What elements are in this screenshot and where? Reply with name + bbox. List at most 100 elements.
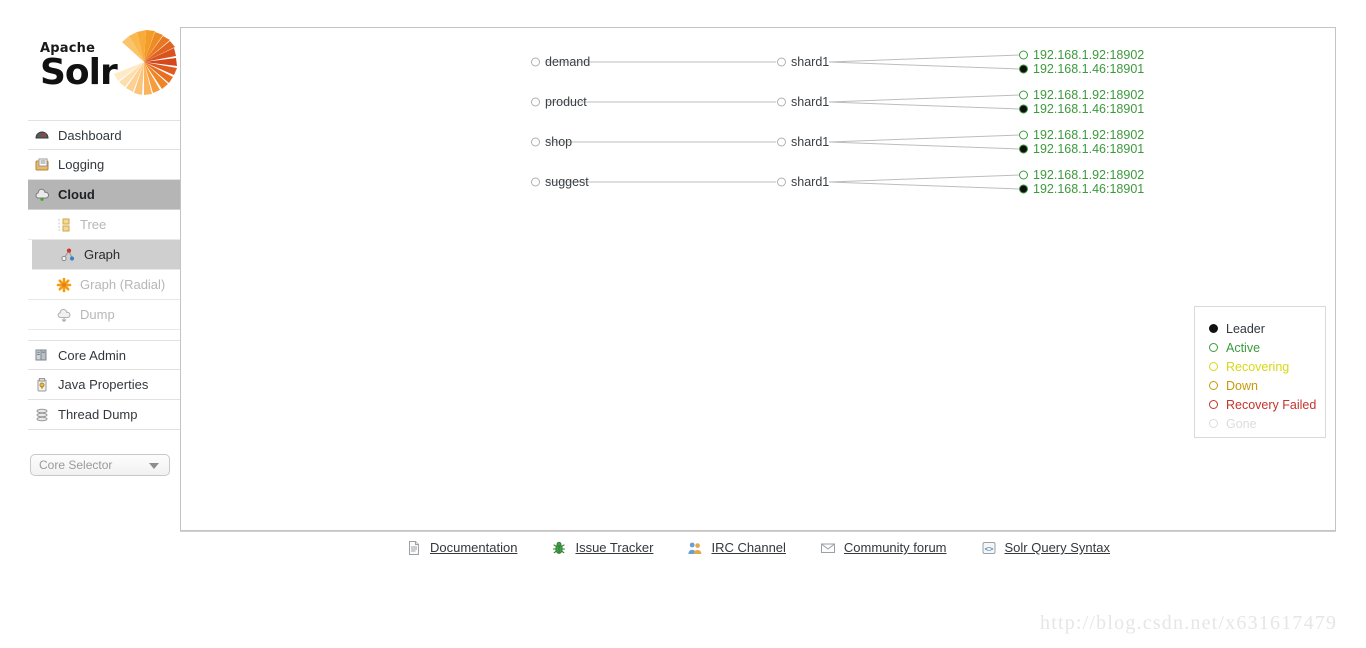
- sidebar-item-label: Cloud: [58, 187, 95, 202]
- legend-entry-down: Down: [1209, 376, 1325, 395]
- footer-link-issue-tracker[interactable]: Issue Tracker: [551, 540, 653, 556]
- legend-label: Down: [1226, 378, 1258, 393]
- graph-replica-node[interactable]: 192.168.1.92:18902: [1019, 88, 1144, 102]
- node-marker-icon: [531, 137, 540, 147]
- legend-marker-icon: [1209, 400, 1218, 409]
- graph-replica-node[interactable]: 192.168.1.92:18902: [1019, 48, 1144, 62]
- node-marker-icon: [777, 97, 786, 107]
- sidebar-item-label: Tree: [80, 217, 107, 232]
- graph-replica-node[interactable]: 192.168.1.92:18902: [1019, 168, 1144, 182]
- legend-label: Recovering: [1226, 359, 1290, 374]
- footer-link-community-forum[interactable]: Community forum: [820, 540, 947, 556]
- graph-collection-label: shop: [545, 135, 573, 149]
- sidebar-item-dump[interactable]: Dump: [28, 300, 180, 330]
- document-icon: [406, 540, 422, 556]
- sidebar-item-graph[interactable]: Graph: [32, 240, 180, 270]
- node-marker-icon: [1019, 184, 1028, 194]
- graph-replica-label: 192.168.1.92:18902: [1033, 168, 1145, 182]
- tree-icon: [56, 217, 72, 233]
- code-icon: <>: [981, 540, 997, 556]
- legend-label: Recovery Failed: [1226, 397, 1317, 412]
- legend-marker-icon: [1209, 419, 1218, 428]
- dump-icon: [56, 307, 72, 323]
- graph-collection-node[interactable]: demand: [531, 55, 590, 69]
- footer-link-irc-channel[interactable]: IRC Channel: [687, 540, 786, 556]
- node-marker-icon: [777, 57, 786, 67]
- graph-collection-node[interactable]: suggest: [531, 175, 589, 189]
- core-admin-icon: [34, 347, 50, 363]
- sidebar-item-label: Java Properties: [58, 377, 149, 392]
- thread-dump-icon: [34, 407, 50, 423]
- core-selector-dropdown[interactable]: Core Selector: [30, 454, 170, 476]
- node-marker-icon: [777, 137, 786, 147]
- graph-replica-label: 192.168.1.46:18901: [1033, 62, 1145, 76]
- graph-replica-node[interactable]: 192.168.1.92:18902: [1019, 128, 1144, 142]
- graph-collection-label: demand: [545, 55, 591, 69]
- footer-link-label: Solr Query Syntax: [1004, 540, 1111, 555]
- sidebar-item-dashboard[interactable]: Dashboard: [28, 120, 180, 150]
- graph-collection-label: suggest: [545, 175, 589, 189]
- node-marker-icon: [1019, 50, 1028, 60]
- graph-shard-label: shard1: [791, 175, 830, 189]
- graph-shard-label: shard1: [791, 55, 830, 69]
- sidebar-item-label: Graph: [84, 247, 121, 262]
- footer-link-documentation[interactable]: Documentation: [406, 540, 517, 556]
- legend-label: Leader: [1226, 321, 1265, 336]
- graph-collection-node[interactable]: product: [531, 95, 587, 109]
- legend-entry-leader: Leader: [1209, 319, 1325, 338]
- sidebar-item-label: Thread Dump: [58, 407, 138, 422]
- svg-text:<>: <>: [984, 544, 994, 553]
- sidebar: Apache Solr Dashboard Logging Cloud Tree…: [0, 0, 180, 520]
- graph-shard-node[interactable]: shard1: [777, 95, 829, 109]
- sunburst-icon: [114, 30, 177, 95]
- legend-label: Gone: [1226, 416, 1257, 431]
- footer-link-label: IRC Channel: [711, 540, 786, 555]
- legend-entry-gone: Gone: [1209, 414, 1325, 433]
- sidebar-item-java-properties[interactable]: Java Properties: [28, 370, 180, 400]
- sidebar-item-logging[interactable]: Logging: [28, 150, 180, 180]
- graph-replica-label: 192.168.1.92:18902: [1033, 128, 1145, 142]
- graph-shard-node[interactable]: shard1: [777, 135, 829, 149]
- sidebar-item-tree[interactable]: Tree: [28, 210, 180, 240]
- sidebar-item-thread-dump[interactable]: Thread Dump: [28, 400, 180, 430]
- content-panel: demand shard1 192.168.1.92:18902 192.168…: [180, 27, 1336, 531]
- legend-marker-icon: [1209, 343, 1218, 352]
- sidebar-item-cloud[interactable]: Cloud: [28, 180, 180, 210]
- node-marker-icon: [531, 57, 540, 67]
- solr-admin-page: Apache Solr Dashboard Logging Cloud Tree…: [0, 0, 1366, 648]
- sidebar-item-core-admin[interactable]: Core Admin: [28, 340, 180, 370]
- graph-replica-label: 192.168.1.46:18901: [1033, 102, 1145, 116]
- chevron-down-icon: [149, 463, 159, 469]
- graph-shard-node[interactable]: shard1: [777, 55, 829, 69]
- sidebar-item-label: Logging: [58, 157, 105, 172]
- footer-links: Documentation Issue Tracker IRC Channel …: [180, 531, 1336, 563]
- dashboard-icon: [34, 127, 50, 143]
- sidebar-item-graph-radial[interactable]: Graph (Radial): [28, 270, 180, 300]
- legend-label: Active: [1226, 340, 1261, 355]
- graph-replica-node[interactable]: 192.168.1.46:18901: [1019, 182, 1144, 196]
- node-marker-icon: [1019, 170, 1028, 180]
- footer-link-solr-query-syntax[interactable]: <> Solr Query Syntax: [981, 540, 1111, 556]
- footer-link-label: Documentation: [430, 540, 518, 555]
- node-marker-icon: [777, 177, 786, 187]
- graph-replica-label: 192.168.1.46:18901: [1033, 182, 1145, 196]
- graph-shard-node[interactable]: shard1: [777, 175, 829, 189]
- core-selector-label: Core Selector: [39, 458, 113, 472]
- cloud-graph: demand shard1 192.168.1.92:18902 192.168…: [181, 28, 1337, 532]
- graph-replica-node[interactable]: 192.168.1.46:18901: [1019, 102, 1144, 116]
- graph-icon: [60, 247, 76, 263]
- footer-link-label: Issue Tracker: [575, 540, 654, 555]
- legend-marker-icon: [1209, 381, 1218, 390]
- graph-collection-label: product: [545, 95, 587, 109]
- node-marker-icon: [1019, 64, 1028, 74]
- graph-replica-node[interactable]: 192.168.1.46:18901: [1019, 62, 1144, 76]
- node-marker-icon: [1019, 144, 1028, 154]
- sidebar-item-label: Core Admin: [58, 347, 126, 363]
- node-marker-icon: [531, 177, 540, 187]
- legend-entry-recovering: Recovering: [1209, 357, 1325, 376]
- solr-logo[interactable]: Apache Solr: [30, 28, 180, 100]
- graph-replica-node[interactable]: 192.168.1.46:18901: [1019, 142, 1144, 156]
- graph-replica-label: 192.168.1.92:18902: [1033, 88, 1145, 102]
- graph-collection-node[interactable]: shop: [531, 135, 572, 149]
